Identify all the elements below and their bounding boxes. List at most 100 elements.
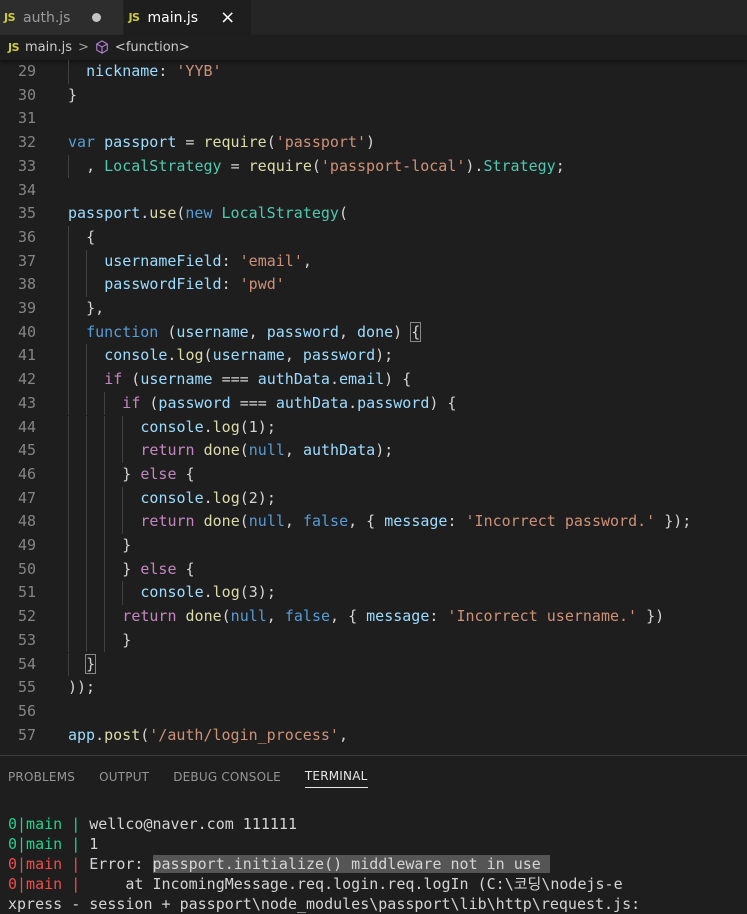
panel-tab-output[interactable]: OUTPUT — [99, 770, 149, 788]
terminal-separator: | — [62, 875, 90, 893]
code-line[interactable]: 43 if (password === authData.password) { — [0, 391, 747, 416]
terminal-text: 1 — [89, 835, 99, 853]
code-line[interactable]: 30} — [0, 84, 747, 108]
code-line[interactable]: 37 usernameField: 'email', — [0, 249, 747, 274]
terminal-text: wellco@naver.com 111111 — [89, 815, 297, 833]
tab-main-js[interactable]: JS main.js × — [124, 0, 253, 35]
code-line[interactable]: 55)); — [0, 676, 747, 700]
terminal-separator: | — [62, 835, 90, 853]
code-editor[interactable]: 29 nickname: 'YYB' 30} 31 32 var passport = r… — [0, 60, 747, 755]
indent-guide — [86, 249, 88, 274]
code-line[interactable]: 38 passwordField: 'pwd' — [0, 273, 747, 297]
indent-guide — [68, 628, 69, 653]
indent-guide — [68, 486, 69, 511]
breadcrumb: JS main.js > <function> — [0, 35, 747, 60]
code-line[interactable]: 51 console.log(3); — [0, 581, 747, 606]
close-icon[interactable]: × — [220, 8, 235, 27]
breadcrumb-file[interactable]: main.js — [25, 40, 72, 55]
indent-guide — [104, 581, 106, 606]
terminal-line: 0|main | 1 — [8, 834, 640, 854]
code-line[interactable]: 42 if (username === authData.email) { — [0, 368, 747, 392]
line-number: 40 — [17, 322, 36, 341]
indent-guide — [68, 344, 69, 369]
line-number: 45 — [17, 441, 36, 460]
line-number: 38 — [17, 275, 36, 294]
indent-guide — [86, 628, 88, 653]
panel-tab-debug-console[interactable]: DEBUG CONSOLE — [173, 770, 281, 788]
line-number: 48 — [17, 512, 36, 531]
code-text: } — [68, 534, 131, 558]
code-text: app.post('/auth/login_process', — [68, 725, 348, 744]
chevron-right-icon: > — [78, 40, 89, 55]
code-line[interactable]: 34 — [0, 179, 747, 203]
terminal-selection: passport.initialize() middleware not in … — [152, 855, 550, 873]
panel-tab-terminal[interactable]: TERMINAL — [304, 769, 368, 788]
line-number: 37 — [17, 251, 36, 270]
code-line[interactable]: 33 , LocalStrategy = require('passport-lo… — [0, 154, 747, 179]
code-line[interactable]: 29 nickname: 'YYB' — [0, 60, 747, 84]
code-line[interactable]: 41 console.log(username, password); — [0, 344, 747, 369]
code-text: if (password === authData.password) { — [68, 391, 456, 416]
line-number: 56 — [17, 701, 36, 720]
panel-tab-bar: PROBLEMS OUTPUT DEBUG CONSOLE TERMINAL — [0, 756, 747, 801]
indent-guide — [68, 462, 69, 487]
code-line[interactable]: 40 function (username, password, done) { — [0, 320, 747, 345]
indent-guide — [68, 510, 69, 534]
indent-guide — [68, 557, 69, 582]
code-text: } — [68, 85, 78, 104]
breadcrumb-symbol[interactable]: <function> — [115, 40, 190, 55]
indent-guide — [86, 391, 88, 416]
js-file-icon: JS — [4, 11, 16, 24]
code-line[interactable]: 32 var passport = require('passport') — [0, 131, 747, 155]
indent-guide — [122, 415, 124, 440]
indent-guide — [68, 439, 69, 463]
code-line[interactable]: 31 — [0, 107, 747, 131]
line-number: 34 — [17, 180, 36, 199]
indent-guide — [122, 581, 124, 606]
indent-guide — [104, 557, 106, 582]
code-line[interactable]: 54} — [0, 652, 747, 677]
code-line[interactable]: 39}, — [0, 297, 747, 321]
tab-auth-js[interactable]: JS auth.js — [0, 0, 125, 35]
code-line[interactable]: 36 { — [0, 225, 747, 250]
indent-guide — [86, 344, 88, 369]
tab-label: auth.js — [23, 9, 71, 26]
indent-guide — [68, 249, 69, 274]
indent-guide — [104, 510, 106, 534]
indent-guide — [122, 486, 124, 511]
code-line[interactable]: 49} — [0, 534, 747, 558]
code-line[interactable]: 53} — [0, 628, 747, 653]
js-file-icon: JS — [8, 41, 20, 54]
terminal-process-prefix: 0|main — [8, 835, 63, 853]
code-text: }, — [68, 297, 104, 321]
panel-tab-problems[interactable]: PROBLEMS — [8, 770, 75, 788]
indent-guide — [104, 439, 106, 463]
indent-guide — [122, 510, 124, 534]
terminal-output[interactable]: 0|main | wellco@naver.com 111111 0|main |… — [8, 814, 640, 914]
indent-guide — [68, 297, 69, 321]
code-line[interactable]: 50} else { — [0, 557, 747, 582]
code-line[interactable]: 48 return done(null, false, { message: 'I… — [0, 510, 747, 534]
code-text: } — [68, 628, 131, 653]
indent-guide — [104, 415, 106, 440]
indent-guide — [104, 628, 106, 653]
line-number: 39 — [17, 299, 36, 317]
code-text: console.log(username, password); — [68, 344, 393, 369]
unsaved-dot-icon[interactable] — [92, 13, 102, 22]
terminal-separator: | — [62, 855, 90, 873]
code-line[interactable]: 44 console.log(1); — [0, 415, 747, 440]
indent-guide — [86, 415, 88, 440]
indent-guide — [68, 415, 69, 440]
code-line[interactable]: 47 console.log(2); — [0, 486, 747, 511]
indent-guide — [68, 581, 69, 606]
code-text: , LocalStrategy = require('passport-loca… — [68, 154, 565, 179]
code-line[interactable]: 56 — [0, 700, 747, 724]
code-line[interactable]: 35 passport.use(new LocalStrategy( — [0, 202, 747, 226]
code-line[interactable]: 52 return done(null, false, { message: 'I… — [0, 605, 747, 629]
indent-guide — [68, 652, 69, 677]
code-line[interactable]: 45 return done(null, authData); — [0, 439, 747, 463]
code-line[interactable]: 46} else { — [0, 462, 747, 487]
code-text: console.log(1); — [68, 415, 276, 440]
code-line[interactable]: 57 app.post('/auth/login_process', — [0, 724, 747, 748]
terminal-line: 0|main | wellco@naver.com 111111 — [8, 814, 640, 834]
